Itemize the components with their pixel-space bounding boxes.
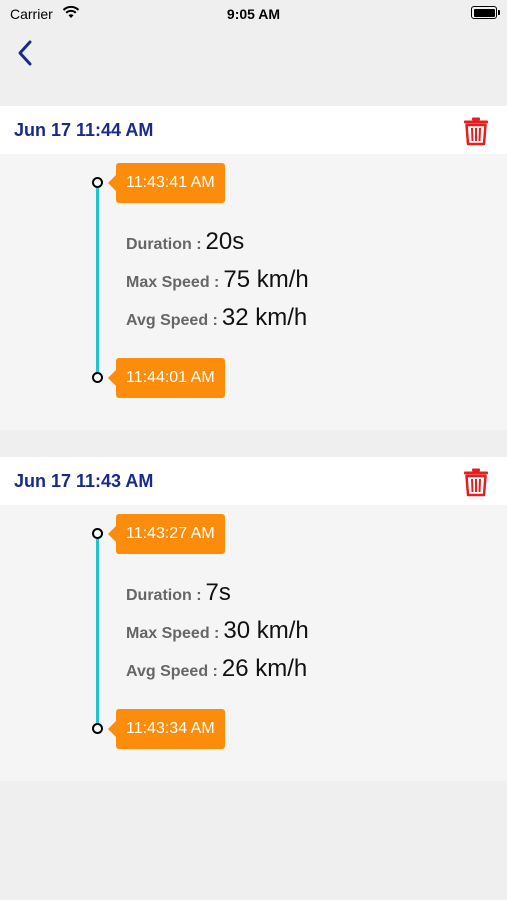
timeline-start-node	[92, 177, 103, 188]
max-speed-value: 30 km/h	[223, 617, 309, 644]
max-speed-label: Max Speed :	[126, 625, 220, 642]
avg-speed-row: Avg Speed :26 km/h	[126, 655, 307, 683]
duration-row: Duration :7s	[126, 579, 231, 607]
trip-header[interactable]: Jun 17 11:44 AM	[0, 106, 507, 154]
duration-value: 7s	[205, 579, 231, 606]
status-bar: Carrier 9:05 AM	[0, 0, 507, 28]
battery-icon	[471, 6, 500, 19]
start-time-tag: 11:43:27 AM	[108, 514, 225, 554]
timeline-line	[96, 183, 99, 378]
end-time-tag: 11:44:01 AM	[108, 358, 225, 398]
max-speed-row: Max Speed :30 km/h	[126, 617, 309, 645]
max-speed-label: Max Speed :	[126, 274, 220, 291]
duration-row: Duration :20s	[126, 228, 244, 256]
duration-label: Duration :	[126, 236, 202, 253]
timeline-end-node	[92, 723, 103, 734]
trip-title: Jun 17 11:43 AM	[14, 471, 154, 491]
timeline-end-node	[92, 372, 103, 383]
avg-speed-label: Avg Speed :	[126, 663, 218, 680]
avg-speed-row: Avg Speed :32 km/h	[126, 304, 307, 332]
avg-speed-value: 26 km/h	[221, 655, 308, 682]
duration-value: 20s	[205, 228, 245, 255]
clock-time: 9:05 AM	[226, 6, 281, 22]
trash-icon[interactable]	[463, 116, 489, 146]
max-speed-row: Max Speed :75 km/h	[126, 266, 309, 294]
max-speed-value: 75 km/h	[223, 266, 309, 293]
trash-icon[interactable]	[463, 467, 489, 497]
timeline-line	[96, 534, 99, 729]
start-time-tag: 11:43:41 AM	[108, 163, 225, 203]
trip-details: 11:43:41 AM Duration :20s Max Speed :75 …	[0, 154, 507, 430]
timeline-start-node	[92, 528, 103, 539]
trip-details: 11:43:27 AM Duration :7s Max Speed :30 k…	[0, 505, 507, 781]
trip-title: Jun 17 11:44 AM	[14, 120, 154, 140]
duration-label: Duration :	[126, 587, 202, 604]
avg-speed-label: Avg Speed :	[126, 312, 218, 329]
end-time-tag: 11:43:34 AM	[108, 709, 225, 749]
trip-header[interactable]: Jun 17 11:43 AM	[0, 457, 507, 505]
avg-speed-value: 32 km/h	[221, 304, 308, 331]
back-chevron-icon[interactable]	[14, 38, 36, 68]
